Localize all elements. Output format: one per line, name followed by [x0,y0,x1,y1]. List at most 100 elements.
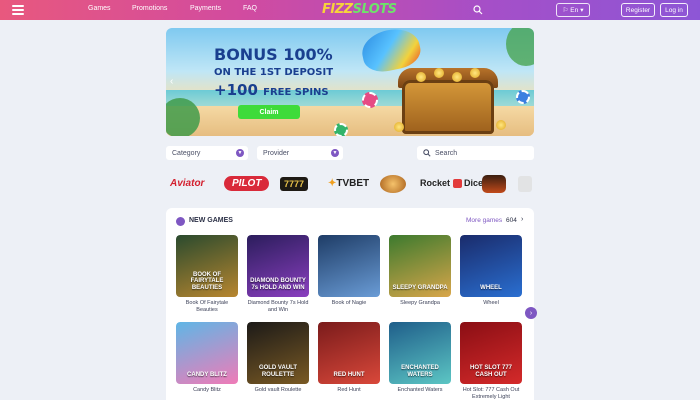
game-thumbnail[interactable]: WHEEL [460,235,522,297]
game-name: Sleepy Grandpa [400,300,440,306]
banner-subheadline: ON THE 1ST DEPOSIT [214,67,334,78]
section-title: NEW GAMES [189,217,233,224]
provider-dropdown[interactable]: Provider ▼ [257,146,343,160]
game-name: Book of Nagie [331,300,367,306]
game-thumbnail[interactable]: SLEEPY GRANDPA [389,235,451,297]
game-thumbnail[interactable]: CANDY BLITZ [176,322,238,384]
search-icon [423,149,431,157]
game-tile[interactable]: GOLD VAULT ROULETTE Gold vault Roulette [247,322,309,394]
casino-chip-image [362,92,378,108]
gold-coin-image [470,68,480,78]
search-icon[interactable] [473,5,483,15]
game-tile[interactable]: DIAMOND BOUNTY 7s HOLD AND WIN Diamond Bo… [247,235,309,314]
provider-rocket-label: Rocket [420,178,451,188]
provider-dice-label: Dice [464,178,484,188]
search-placeholder: Search [435,149,458,157]
claim-button[interactable]: Claim [238,105,300,119]
game-tile[interactable]: HOT SLOT 777 CASH OUT Hot Slot: 777 Cash … [460,322,522,400]
game-tile[interactable]: CANDY BLITZ Candy Blitz [176,322,238,394]
chevron-right-icon[interactable]: › [525,307,537,319]
language-selector[interactable]: ⚐ En ▾ [556,3,590,17]
game-thumbnail-title: GOLD VAULT ROULETTE [258,365,298,378]
provider-tvbet-label: TVBET [336,178,370,189]
provider-logo-7777[interactable]: 7777 [280,177,309,191]
chevron-left-icon[interactable]: ‹ [170,76,173,87]
provider-label: Provider [263,149,290,157]
game-thumbnail[interactable]: ENCHANTED WATERS [389,322,451,384]
nav-payments[interactable]: Payments [190,5,221,12]
provider-strip: Aviator PILOT 7777 ✦TVBET Rocket Dice [166,174,534,196]
gold-coin-image [416,72,426,82]
promo-banner[interactable]: ‹ BONUS 100% ON THE 1ST DEPOSIT +100 FRE… [166,28,534,136]
game-thumbnail-title: DIAMOND BOUNTY 7s HOLD AND WIN [250,278,306,291]
chevron-right-icon[interactable]: › [521,216,523,223]
provider-logo-image[interactable] [482,175,506,193]
free-spins-amount: +100 [214,81,258,99]
game-thumbnail[interactable]: DIAMOND BOUNTY 7s HOLD AND WIN [247,235,309,297]
game-name: Book Of Fairytale Beauties [185,300,229,313]
game-thumbnail[interactable] [318,235,380,297]
game-name: Red Hunt [337,387,361,393]
game-tile[interactable]: ENCHANTED WATERS Enchanted Waters [389,322,451,394]
search-input[interactable]: Search [417,146,534,160]
free-spins-text: FREE SPINS [263,87,329,98]
treasure-chest-image [402,80,494,134]
top-header: Games Promotions Payments FAQ FIZZSLOTS … [0,0,700,20]
games-count: 604 [506,217,517,224]
palm-leaf-image [166,98,200,136]
provider-logo-pilot[interactable]: PILOT [224,176,270,191]
game-thumbnail[interactable]: BOOK OF FAIRYTALE BEAUTIES [176,235,238,297]
casino-chip-image [516,90,530,104]
gold-coin-image [394,122,404,132]
provider-logo-aviator[interactable]: Aviator [170,178,204,189]
category-label: Category [172,149,201,157]
game-thumbnail[interactable]: GOLD VAULT ROULETTE [247,322,309,384]
more-games-link[interactable]: More games [466,217,502,224]
globe-icon: ⚐ [562,7,569,14]
provider-logo-rocket-dice[interactable]: Rocket Dice [420,178,484,189]
provider-logo-image[interactable] [518,176,532,192]
chevron-down-icon: ▼ [236,149,244,157]
game-thumbnail-title: ENCHANTED WATERS [401,365,439,378]
game-thumbnail-title: SLEEPY GRANDPA [392,284,448,291]
game-thumbnail[interactable]: RED HUNT [318,322,380,384]
logo-part-slots: SLOTS [352,2,397,17]
banner-headline: BONUS 100% [214,45,333,64]
chevron-down-icon: ▼ [331,149,339,157]
hamburger-menu-icon[interactable] [12,5,24,15]
dice-icon [452,179,462,189]
category-dropdown[interactable]: Category ▼ [166,146,248,160]
banner-free-spins: +100 FREE SPINS [214,81,329,99]
game-tile[interactable]: BOOK OF FAIRYTALE BEAUTIES Book Of Fairyt… [176,235,238,314]
gold-coin-image [434,68,444,78]
provider-logo-tvbet[interactable]: ✦TVBET [328,178,369,189]
game-tile[interactable]: WHEEL Wheel [460,235,522,307]
nav-faq[interactable]: FAQ [243,5,257,12]
game-thumbnail[interactable]: HOT SLOT 777 CASH OUT [460,322,522,384]
gold-coin-image [452,72,462,82]
game-name: Enchanted Waters [397,387,443,393]
game-thumbnail-title: RED HUNT [333,371,365,378]
new-games-icon [176,217,185,226]
casino-chip-image [334,123,348,136]
provider-logo-image[interactable] [380,175,406,193]
register-button[interactable]: Register [621,3,655,17]
game-name: Candy Blitz [193,387,221,393]
game-thumbnail-title: HOT SLOT 777 CASH OUT [469,365,512,378]
chevron-down-icon: ▾ [580,7,584,14]
game-name: Hot Slot: 777 Cash Out Extremely Light [462,387,520,400]
nav-promotions[interactable]: Promotions [132,5,167,12]
game-tile[interactable]: SLEEPY GRANDPA Sleepy Grandpa [389,235,451,307]
game-tile[interactable]: Book of Nagie [318,235,380,307]
logo-part-fizz: FIZZ [322,2,353,17]
site-logo[interactable]: FIZZSLOTS [322,2,397,17]
game-thumbnail-title: BOOK OF FAIRYTALE BEAUTIES [190,272,224,291]
login-button[interactable]: Log in [660,3,688,17]
game-name: Gold vault Roulette [254,387,302,393]
palm-leaf-image [506,28,534,66]
nav-games[interactable]: Games [88,5,111,12]
game-name: Diamond Bounty 7s Hold and Win [247,300,309,313]
game-tile[interactable]: RED HUNT Red Hunt [318,322,380,394]
game-thumbnail-title: CANDY BLITZ [187,371,227,378]
game-name: Wheel [483,300,499,306]
